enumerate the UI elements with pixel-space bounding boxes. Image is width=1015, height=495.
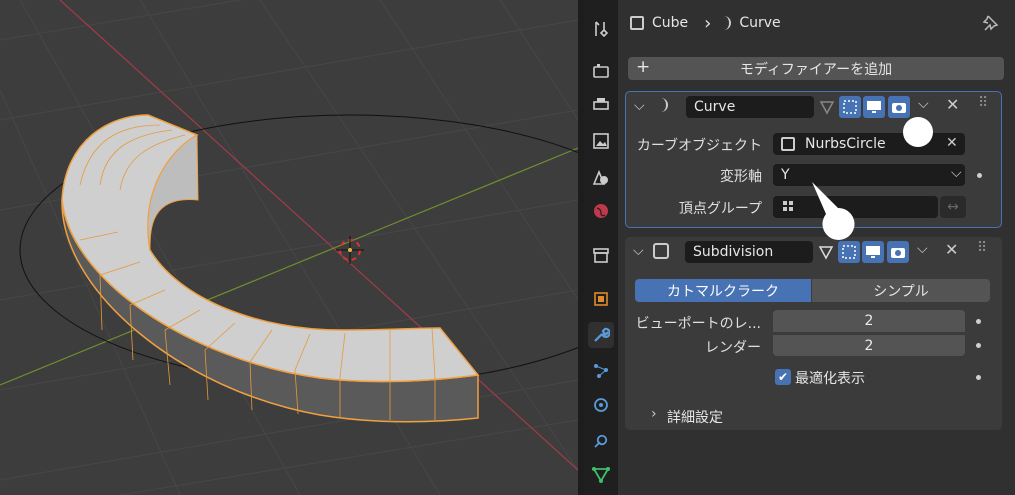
close-icon[interactable]: ✕: [945, 240, 958, 259]
collapse-chevron-icon[interactable]: ⌵: [633, 243, 644, 259]
properties-panel: Cube › Curve + モディファイアーを追加 ⌵ Curve ⌵ ✕ ⠿…: [618, 0, 1015, 495]
touch-pointer: [903, 117, 933, 147]
world-icon[interactable]: [588, 198, 614, 224]
viewport-display-icon[interactable]: [863, 96, 885, 118]
breadcrumb-object: Cube: [652, 15, 689, 31]
3d-viewport[interactable]: [0, 0, 578, 495]
dropdown-chevron-icon[interactable]: ⌵: [917, 241, 928, 257]
properties-tab-bar: [584, 0, 618, 495]
modifier-name-field[interactable]: Curve: [686, 96, 814, 118]
viewport-scene: [0, 0, 578, 495]
physics-icon[interactable]: [588, 392, 614, 418]
animate-dot[interactable]: [976, 343, 981, 348]
expand-chevron-icon[interactable]: ›: [651, 406, 657, 422]
subdivision-modifier-icon: [653, 243, 669, 259]
modifier-wrench-icon[interactable]: [588, 322, 614, 348]
breadcrumb-data: Curve: [739, 15, 781, 31]
clear-object-icon[interactable]: ✕: [946, 135, 958, 151]
render-camera-icon[interactable]: [888, 96, 910, 118]
optimal-display-label: 最適化表示: [795, 371, 865, 387]
add-modifier-button[interactable]: + モディファイアーを追加: [628, 57, 1004, 80]
select-chevron-icon: ⌵: [951, 165, 962, 181]
view-layer-icon[interactable]: [588, 128, 614, 154]
advanced-settings-label[interactable]: 詳細設定: [667, 407, 723, 427]
invert-vertex-group-icon[interactable]: ↔: [940, 196, 966, 218]
on-cage-icon[interactable]: [839, 96, 861, 118]
scene-icon[interactable]: [588, 164, 614, 190]
data-icon[interactable]: [588, 462, 614, 488]
viewport-levels-label: ビューポートのレ...: [635, 316, 761, 332]
touch-pointer-arrow: [812, 182, 855, 240]
collection-icon[interactable]: [588, 242, 614, 268]
curve-object-field[interactable]: NurbsCircle: [773, 133, 965, 155]
curve-icon: [719, 16, 732, 30]
vertex-group-icon: [783, 201, 793, 211]
breadcrumb-separator: ›: [704, 12, 712, 34]
viewport-display-icon[interactable]: [862, 241, 884, 263]
drag-handle-icon[interactable]: ⠿: [978, 95, 988, 111]
add-modifier-label: モディファイアーを追加: [739, 61, 893, 78]
constraints-icon[interactable]: [588, 428, 614, 454]
catmull-clark-button[interactable]: カトマルクラーク: [635, 279, 811, 302]
subdivision-modifier-panel: ⌵ Subdivision ⌵ ✕ ⠿ カトマルクラーク シンプル ビューポート…: [625, 237, 1002, 430]
curve-object-label: カーブオブジェクト: [636, 138, 762, 154]
render-camera-icon[interactable]: [887, 241, 909, 263]
plus-icon: +: [636, 57, 651, 77]
pin-icon[interactable]: [980, 13, 1000, 37]
render-levels-label: レンダー: [705, 340, 761, 356]
dropdown-chevron-icon[interactable]: ⌵: [918, 96, 929, 112]
optimal-display-checkbox[interactable]: ✔: [775, 369, 791, 385]
close-icon[interactable]: ✕: [946, 95, 959, 114]
deform-axis-select[interactable]: Y: [773, 164, 965, 186]
render-icon[interactable]: [588, 58, 614, 84]
3d-cursor-icon: [336, 236, 364, 264]
output-icon[interactable]: [588, 92, 614, 118]
animate-dot[interactable]: [977, 173, 982, 178]
render-levels-field[interactable]: 2: [773, 334, 965, 356]
animate-dot[interactable]: [976, 375, 981, 380]
collapse-chevron-icon[interactable]: ⌵: [634, 98, 645, 114]
mesh-top: [61, 114, 480, 383]
object-icon[interactable]: [588, 286, 614, 312]
edit-mode-icon[interactable]: [816, 96, 838, 118]
viewport-levels-field[interactable]: 2: [773, 310, 965, 332]
modifier-name-field[interactable]: Subdivision: [685, 241, 813, 263]
vertex-group-label: 頂点グループ: [678, 201, 762, 217]
object-square-icon: [630, 16, 644, 30]
simple-button[interactable]: シンプル: [812, 279, 990, 302]
object-square-icon: [781, 137, 795, 151]
on-cage-icon[interactable]: [838, 241, 860, 263]
deform-axis-label: 変形軸: [720, 169, 762, 185]
animate-dot[interactable]: [976, 319, 981, 324]
particles-icon[interactable]: [588, 358, 614, 384]
breadcrumb: Cube › Curve: [630, 12, 781, 34]
edit-mode-icon[interactable]: [815, 241, 837, 263]
drag-handle-icon[interactable]: ⠿: [977, 240, 987, 256]
tool-icon[interactable]: [588, 16, 614, 42]
curve-modifier-icon: [656, 98, 668, 112]
